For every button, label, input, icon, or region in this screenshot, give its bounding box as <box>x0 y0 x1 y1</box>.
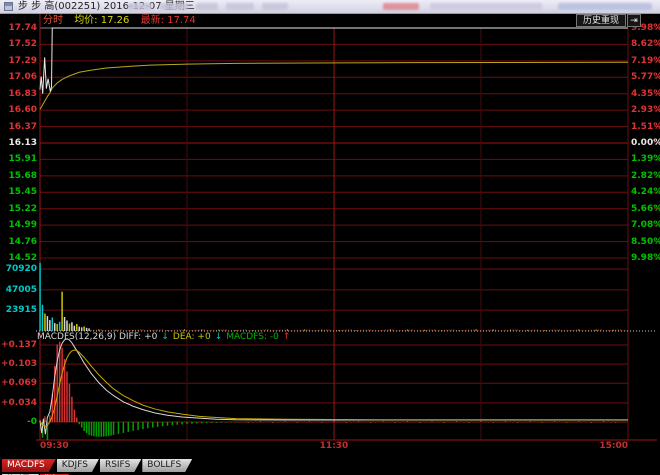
percent-axis-label: 7.19% <box>631 56 659 66</box>
macd-header-segment: ↑ <box>283 332 291 342</box>
price-axis-label: 15.22 <box>3 204 37 214</box>
price-axis-label: 16.37 <box>3 122 37 132</box>
price-axis-label: 17.74 <box>3 23 37 33</box>
macd-histogram <box>39 342 626 440</box>
price-axis-label: 15.91 <box>3 154 37 164</box>
grid-lines <box>36 14 659 440</box>
price-axis-label: 14.99 <box>3 220 37 230</box>
last-label: 最新: <box>141 15 164 26</box>
macd-header-segment: ↓ <box>161 332 169 342</box>
percent-axis-label: 4.24% <box>631 187 659 197</box>
price-axis-label: 17.29 <box>3 56 37 66</box>
time-label: 09:30 <box>40 441 69 451</box>
redacted-menu-item <box>128 3 152 10</box>
percent-axis-label: 1.51% <box>631 122 659 132</box>
last-value: 17.74 <box>167 15 196 26</box>
macd-axis-label: +0.137 <box>1 340 37 350</box>
percent-axis-label: 7.08% <box>631 220 659 230</box>
pane-tabs: 分时量指标 <box>2 466 70 475</box>
macd-header-segment: ↓ <box>215 332 223 342</box>
macd-header: MACDFS(12,26,9) DIFF: +0↓DEA: +0↓MACDFS:… <box>37 332 294 343</box>
volume-bars <box>39 263 626 331</box>
price-axis-label: 14.52 <box>3 253 37 263</box>
mode-label: 分时 <box>43 15 63 26</box>
history-replay-button[interactable]: 历史重现 <box>576 14 626 27</box>
percent-axis-label: 2.93% <box>631 105 659 115</box>
percent-axis-label: 1.39% <box>631 154 659 164</box>
avg-value: 17.26 <box>101 15 130 26</box>
percent-axis-label: 9.98% <box>631 253 659 263</box>
percent-axis-label: 8.50% <box>631 237 659 247</box>
skip-to-end-icon[interactable]: ⇥ <box>627 14 641 27</box>
price-axis-label: 14.76 <box>3 237 37 247</box>
indicator-tabs: MACDFSKDJFSRSIFSBOLLFS <box>2 452 193 465</box>
percent-axis-label: 5.66% <box>631 204 659 214</box>
indicator-tab-bollfs[interactable]: BOLLFS <box>142 459 192 472</box>
macd-header-segment: DEA: +0 <box>173 332 211 342</box>
redacted-menu-item <box>196 3 218 10</box>
volume-axis-label: 70920 <box>3 264 37 274</box>
titlebar: 步 步 高(002251) 2016-12-07 星期三 <box>0 0 660 14</box>
volume-axis-label: 23915 <box>3 305 37 315</box>
macd-header-segment: MACDFS: -0 <box>226 332 279 342</box>
window-icon <box>4 2 13 11</box>
redacted-menu-item <box>262 3 288 10</box>
redacted-menu-item <box>383 3 419 10</box>
macd-axis-label: -0 <box>1 417 37 427</box>
macd-axis-label: +0.034 <box>1 398 37 408</box>
volume-axis-label: 47005 <box>3 285 37 295</box>
redacted-menu-item <box>430 3 542 10</box>
redacted-menu-item <box>160 3 188 10</box>
time-label: 11:30 <box>320 441 349 451</box>
price-axis-label: 16.60 <box>3 105 37 115</box>
chart-header: 分时 均价: 17.26 最新: 17.74 <box>43 14 196 27</box>
macd-axis-label: +0.069 <box>1 378 37 388</box>
avg-label: 均价: <box>74 15 97 26</box>
price-axis-label: 15.68 <box>3 171 37 181</box>
price-axis-label: 16.83 <box>3 89 37 99</box>
price-axis-label: 17.06 <box>3 72 37 82</box>
percent-axis-label: 4.35% <box>631 89 659 99</box>
price-axis-label: 16.13 <box>3 138 37 148</box>
time-label: 15:00 <box>599 441 628 451</box>
redacted-menu-item <box>558 3 652 10</box>
indicator-tab-rsifs[interactable]: RSIFS <box>100 459 141 472</box>
percent-axis-label: 5.77% <box>631 72 659 82</box>
price-axis-label: 17.52 <box>3 39 37 49</box>
app-window: 步 步 高(002251) 2016-12-07 星期三 分时 均价: 17.2… <box>0 0 660 475</box>
price-axis-label: 15.45 <box>3 187 37 197</box>
percent-axis-label: 0.00% <box>631 138 659 148</box>
chart-canvas[interactable] <box>0 0 660 475</box>
percent-axis-label: 2.82% <box>631 171 659 181</box>
redacted-menu-item <box>226 3 254 10</box>
macd-axis-label: +0.103 <box>1 359 37 369</box>
macd-header-segment: MACDFS(12,26,9) DIFF: +0 <box>37 332 157 342</box>
percent-axis-label: 8.62% <box>631 39 659 49</box>
